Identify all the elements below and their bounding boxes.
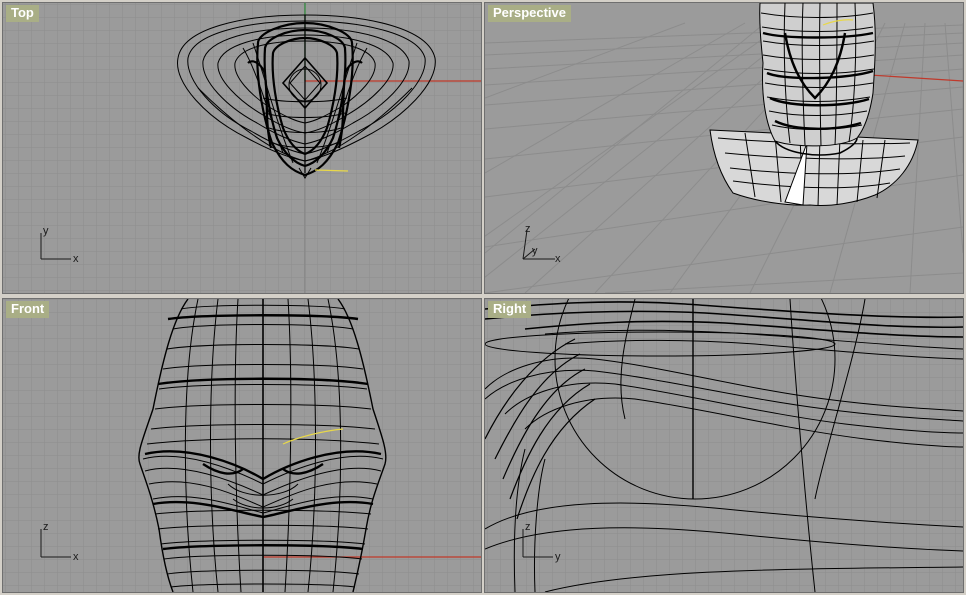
viewport-top-canvas[interactable]: y x — [3, 3, 481, 293]
viewport-title-front[interactable]: Front — [6, 301, 50, 318]
axis-widget: z y x — [522, 223, 561, 265]
viewport-front-canvas[interactable]: z x — [3, 299, 481, 592]
viewport-perspective[interactable]: z y x Perspective — [484, 2, 964, 294]
viewport-front[interactable]: z x Front — [2, 298, 482, 593]
viewport-title-top[interactable]: Top — [6, 5, 39, 22]
axis-label-y: y — [532, 245, 538, 257]
grid — [3, 3, 481, 293]
viewport-title-right[interactable]: Right — [488, 301, 532, 318]
viewport-right[interactable]: z y Right — [484, 298, 964, 593]
viewport-perspective-canvas[interactable]: z y x — [485, 3, 963, 293]
axis-label-x: x — [73, 253, 79, 265]
axis-label-z: z — [43, 521, 49, 533]
grid — [485, 299, 963, 592]
axis-label-z: z — [525, 223, 531, 235]
viewport-title-perspective[interactable]: Perspective — [488, 5, 571, 22]
axis-label-x: x — [555, 253, 561, 265]
axis-label-y: y — [555, 551, 561, 563]
axis-label-z: z — [525, 521, 531, 533]
grid — [3, 299, 481, 592]
axis-label-y: y — [43, 225, 49, 237]
viewport-top[interactable]: y x Top — [2, 2, 482, 294]
viewport-right-canvas[interactable]: z y — [485, 299, 963, 592]
axis-label-x: x — [73, 551, 79, 563]
